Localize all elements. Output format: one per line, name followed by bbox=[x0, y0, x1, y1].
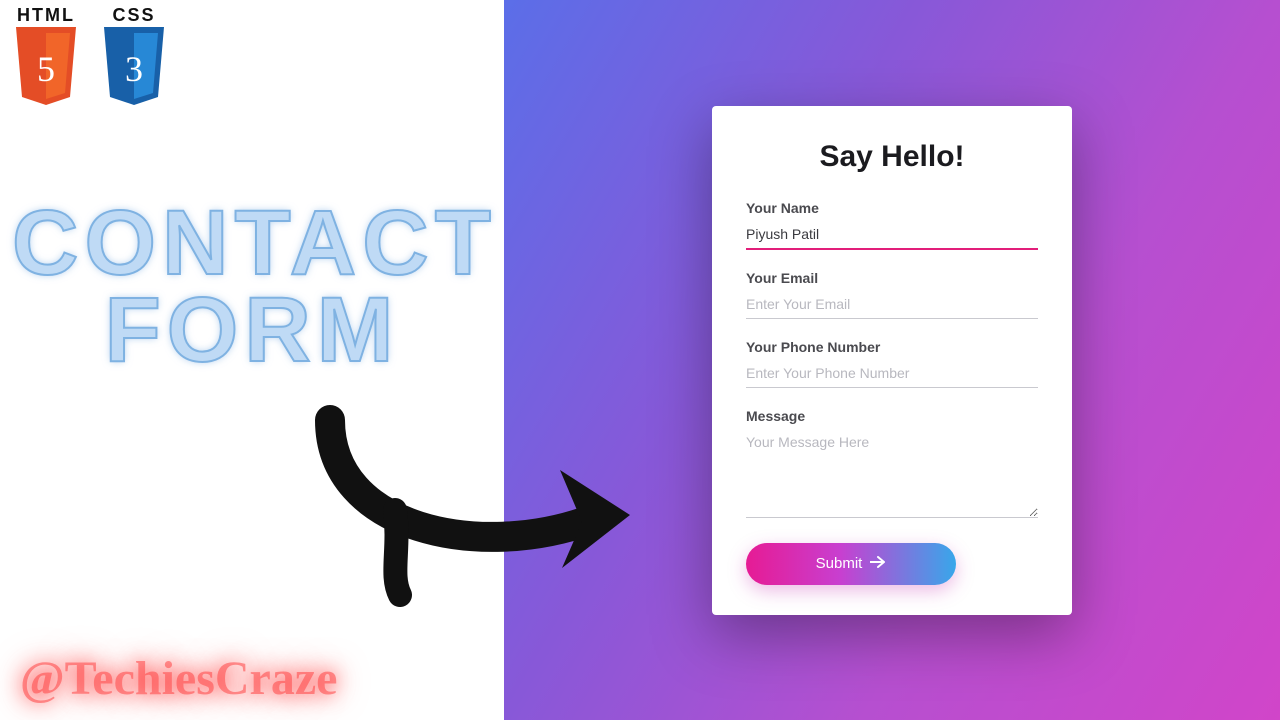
submit-button[interactable]: Submit bbox=[746, 543, 956, 585]
name-label: Your Name bbox=[746, 200, 1038, 216]
headline-line2: FORM bbox=[12, 287, 492, 374]
arrow-right-icon bbox=[870, 555, 886, 573]
arrow-icon bbox=[300, 400, 660, 620]
phone-input[interactable] bbox=[746, 361, 1038, 388]
contact-form: Say Hello! Your Name Your Email Your Pho… bbox=[712, 106, 1072, 615]
phone-label: Your Phone Number bbox=[746, 339, 1038, 355]
message-label: Message bbox=[746, 408, 1038, 424]
headline-line1: CONTACT bbox=[12, 200, 492, 287]
channel-handle: @TechiesCraze bbox=[20, 651, 337, 706]
email-input[interactable] bbox=[746, 292, 1038, 319]
css3-icon: 3 bbox=[98, 27, 170, 109]
submit-label: Submit bbox=[816, 555, 863, 572]
headline: CONTACT FORM bbox=[12, 200, 492, 375]
phone-field-group: Your Phone Number bbox=[746, 339, 1038, 388]
css3-badge: CSS 3 bbox=[98, 6, 170, 109]
email-label: Your Email bbox=[746, 270, 1038, 286]
message-field-group: Message bbox=[746, 408, 1038, 523]
html5-icon: 5 bbox=[10, 27, 82, 109]
email-field-group: Your Email bbox=[746, 270, 1038, 319]
message-textarea[interactable] bbox=[746, 430, 1038, 518]
name-field-group: Your Name bbox=[746, 200, 1038, 250]
tech-badges: HTML 5 CSS 3 bbox=[10, 6, 170, 109]
form-title: Say Hello! bbox=[746, 140, 1038, 174]
name-input[interactable] bbox=[746, 222, 1038, 250]
html5-badge: HTML 5 bbox=[10, 6, 82, 109]
promo-panel: HTML 5 CSS 3 CONTACT FORM @TechiesCraze bbox=[0, 0, 504, 720]
html5-number: 5 bbox=[37, 49, 55, 89]
html5-label: HTML bbox=[17, 6, 75, 24]
css3-label: CSS bbox=[112, 6, 155, 24]
css3-number: 3 bbox=[125, 49, 143, 89]
